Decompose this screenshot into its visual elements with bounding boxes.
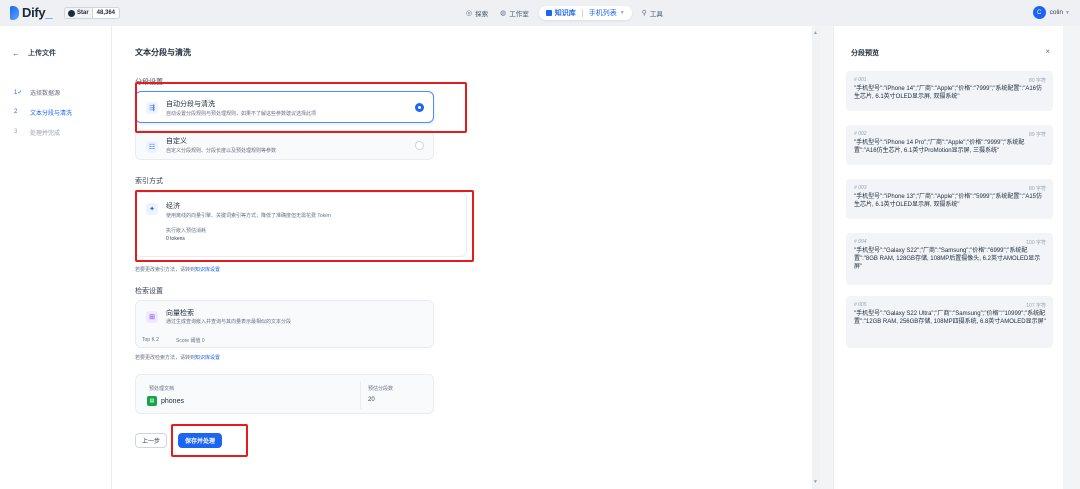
segment-preview-panel: 分段预览 × # 001 80 字符 "手机型号":"iPhone 14";"厂… — [833, 26, 1063, 489]
studio-icon: ◍ — [500, 10, 507, 17]
top-k-value: Top K 2 — [142, 337, 159, 343]
arrow-left-icon: ← — [12, 48, 20, 58]
nav-knowledge[interactable]: 知识库 手机列表 ▼ — [538, 6, 632, 20]
dify-logo[interactable]: Dify _ — [10, 5, 53, 20]
annotation-box-index — [135, 190, 474, 262]
check-icon: ✓ — [17, 89, 23, 96]
step-sidebar: ← 上传文件 1✓ 选择数据源 2 文本分段与清洗 3 处理并完成 — [0, 26, 112, 489]
retrieval-note: 若要更改检索方法，请转到知识库设置 — [135, 355, 221, 361]
step-3: 3 处理并完成 — [14, 129, 61, 137]
logo-text: Dify — [22, 5, 46, 20]
github-star-count: 48,364 — [96, 10, 116, 16]
index-note: 若要更改索引方法，请转到知识库设置 — [135, 267, 221, 273]
main-content: 文本分段与清洗 分段设置 ⇶ 自动分段与清洗 自动设置分段规则与预处理规则，如果… — [112, 26, 812, 489]
csv-file-icon: ▤ — [147, 396, 157, 406]
avatar: C — [1032, 6, 1046, 19]
nav-studio[interactable]: ◍ 工作室 — [494, 6, 535, 20]
annotation-box-save — [171, 424, 248, 457]
user-menu[interactable]: C colin ▼ — [1032, 6, 1070, 19]
top-bar: Dify _ Star 48,364 ◎ 探索 ◍ 工作室 知识库 手机列表 ▼ ⚲ 工具… — [0, 0, 1080, 26]
preview-segment: # 002 89 字符 "手机型号":"iPhone 14 Pro";"厂商":… — [846, 125, 1053, 165]
vector-retrieval-card: ⊞ 向量检索 通过生成查询嵌入并查询与其向量表示最相似的文本分段 Top K 2… — [135, 300, 434, 348]
dataset-selector[interactable]: 手机列表 ▼ — [586, 8, 628, 18]
tools-icon: ⚲ — [641, 10, 647, 17]
preview-segment: # 003 80 字符 "手机型号":"iPhone 13";"厂商":"App… — [846, 179, 1053, 219]
scroll-down-icon: ▼ — [813, 479, 818, 485]
knowledge-icon — [545, 10, 552, 16]
radio-unselected[interactable] — [415, 141, 424, 150]
close-icon[interactable]: × — [1045, 47, 1050, 56]
custom-segment-option[interactable]: ☷ 自定义 自定义分段规则、分段长度以及预处理规则等参数 — [135, 130, 434, 160]
preview-segment: # 005 107 字符 "手机型号":"Galaxy S22 Ultra";"… — [846, 296, 1053, 348]
step-2: 2 文本分段与清洗 — [14, 109, 73, 117]
chevron-down-icon: ▼ — [619, 10, 625, 16]
nav-tools[interactable]: ⚲ 工具 — [636, 6, 669, 20]
segment-count: 20 — [368, 397, 375, 403]
nav-explore[interactable]: ◎ 探索 — [460, 6, 494, 20]
score-threshold-value: Score 阈值 0 — [176, 338, 205, 344]
user-name: colin — [1049, 9, 1064, 16]
github-icon — [68, 9, 75, 17]
dify-logo-icon — [10, 5, 19, 20]
page-title: 文本分段与清洗 — [135, 48, 191, 57]
vector-search-icon: ⊞ — [146, 311, 158, 323]
back-button[interactable]: ← 上传文件 — [12, 48, 56, 58]
steps-list: 1✓ 选择数据源 2 文本分段与清洗 3 处理并完成 — [14, 82, 72, 142]
prev-step-button[interactable]: 上一步 — [135, 433, 167, 448]
knowledge-settings-link[interactable]: 知识库设置 — [195, 267, 220, 273]
divider — [360, 381, 361, 409]
github-star-button[interactable]: Star 48,364 — [64, 7, 121, 19]
summary-card: 预处理文档 ▤ phones 预估分段数 20 — [135, 374, 434, 414]
retrieval-section-label: 检索设置 — [135, 288, 163, 295]
compass-icon: ◎ — [466, 10, 473, 17]
main-nav: ◎ 探索 ◍ 工作室 知识库 手机列表 ▼ ⚲ 工具 — [460, 6, 669, 20]
step-1: 1✓ 选择数据源 — [14, 89, 61, 97]
knowledge-settings-link-2[interactable]: 知识库设置 — [195, 355, 220, 361]
chevron-down-icon: ▼ — [1065, 9, 1070, 16]
scroll-up-icon: ▲ — [813, 30, 818, 36]
custom-settings-icon: ☷ — [146, 141, 158, 153]
preview-title: 分段预览 — [851, 50, 879, 57]
annotation-box-segment — [135, 82, 467, 133]
doc-item: ▤ phones — [147, 396, 184, 406]
preview-segment: # 004 100 字符 "手机型号":"Galaxy S22";"厂商":"S… — [846, 233, 1053, 285]
index-section-label: 索引方式 — [135, 178, 163, 185]
preview-segment: # 001 80 字符 "手机型号":"iPhone 14";"厂商":"App… — [846, 71, 1053, 111]
main-scrollbar[interactable]: ▲ ▼ — [812, 26, 820, 489]
